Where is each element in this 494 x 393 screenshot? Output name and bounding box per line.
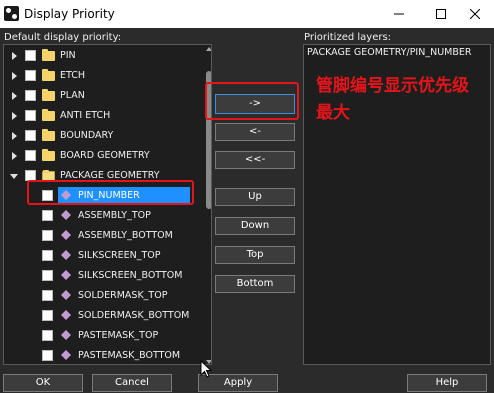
folder-icon	[42, 49, 55, 61]
checkbox[interactable]	[25, 130, 36, 141]
tree-row-label: SILKSCREEN_TOP	[78, 250, 161, 261]
layer-icon	[61, 310, 71, 320]
close-button[interactable]	[456, 0, 494, 28]
checkbox[interactable]	[42, 270, 53, 281]
tree-row-soldermask-top[interactable]: SOLDERMASK_TOP	[4, 286, 204, 306]
checkbox[interactable]	[25, 90, 36, 101]
checkbox[interactable]	[25, 110, 36, 121]
title-bar: Display Priority	[0, 0, 494, 28]
tree-row-label: BOUNDARY	[60, 130, 114, 141]
expand-arrow-icon[interactable]	[10, 150, 20, 162]
mouse-cursor-icon	[200, 360, 212, 378]
expand-arrow-icon[interactable]	[10, 70, 20, 82]
layer-icon	[61, 210, 71, 220]
expand-arrow-icon[interactable]	[10, 50, 20, 62]
tree-row-label: SILKSCREEN_BOTTOM	[78, 270, 183, 281]
tree-row-label: ASSEMBLY_TOP	[78, 210, 151, 221]
tree-row-label: PASTEMASK_TOP	[78, 330, 159, 341]
tree-row-board-geometry[interactable]: BOARD GEOMETRY	[4, 146, 204, 166]
help-button[interactable]: Help	[407, 374, 487, 392]
move-all-left-button[interactable]: <<-	[215, 151, 295, 169]
checkbox[interactable]	[42, 250, 53, 261]
window-title: Display Priority	[24, 7, 115, 21]
bottom-button[interactable]: Bottom	[215, 275, 295, 293]
close-icon	[469, 8, 481, 20]
folder-icon	[42, 149, 55, 161]
tree-row-etch[interactable]: ETCH	[4, 66, 204, 86]
tree-row-plan[interactable]: PLAN	[4, 86, 204, 106]
checkbox[interactable]	[25, 70, 36, 81]
up-button[interactable]: Up	[215, 188, 295, 206]
highlight-box-pin-number	[27, 180, 194, 205]
layer-icon	[61, 290, 71, 300]
minimize-icon	[394, 13, 404, 15]
highlight-box-move-right	[205, 82, 299, 120]
ok-button[interactable]: OK	[3, 374, 83, 392]
minimize-button[interactable]	[380, 0, 418, 28]
tree-row-silkscreen-bottom[interactable]: SILKSCREEN_BOTTOM	[4, 266, 204, 286]
app-icon	[4, 6, 19, 21]
folder-icon	[42, 129, 55, 141]
tree-row-pastemask-top[interactable]: PASTEMASK_TOP	[4, 326, 204, 346]
checkbox[interactable]	[25, 150, 36, 161]
maximize-icon	[436, 9, 446, 19]
default-priority-label: Default display priority:	[4, 32, 122, 43]
annotation-text: 管脚编号显示优先级最大	[316, 76, 469, 123]
tree-row-boundary[interactable]: BOUNDARY	[4, 126, 204, 146]
checkbox[interactable]	[25, 50, 36, 61]
folder-icon	[42, 89, 55, 101]
tree-row-label: BOARD GEOMETRY	[60, 150, 150, 161]
layer-icon	[61, 330, 71, 340]
tree-row-pin[interactable]: PIN	[4, 46, 204, 66]
checkbox[interactable]	[42, 350, 53, 361]
tree-row-pastemask-bottom[interactable]: PASTEMASK_BOTTOM	[4, 346, 204, 364]
tree-row-label: SOLDERMASK_TOP	[78, 290, 168, 301]
tree-row-label: SOLDERMASK_BOTTOM	[78, 310, 190, 321]
layer-icon	[61, 270, 71, 280]
maximize-button[interactable]	[422, 0, 460, 28]
checkbox[interactable]	[42, 330, 53, 341]
folder-icon	[42, 109, 55, 121]
layer-icon	[61, 230, 71, 240]
checkbox[interactable]	[42, 310, 53, 321]
layer-icon	[61, 250, 71, 260]
prioritized-layers-label: Prioritized layers:	[304, 32, 392, 43]
layer-icon	[61, 350, 71, 360]
checkbox[interactable]	[42, 230, 53, 241]
expand-arrow-icon[interactable]	[10, 90, 20, 102]
top-button[interactable]: Top	[215, 246, 295, 264]
scroll-up-icon[interactable]	[206, 47, 211, 51]
tree-row-silkscreen-top[interactable]: SILKSCREEN_TOP	[4, 246, 204, 266]
tree-row-label: PIN	[60, 50, 76, 61]
checkbox[interactable]	[42, 210, 53, 221]
checkbox[interactable]	[42, 290, 53, 301]
prioritized-layer-item[interactable]: PACKAGE GEOMETRY/PIN_NUMBER	[307, 47, 471, 58]
tree-row-assembly-bottom[interactable]: ASSEMBLY_BOTTOM	[4, 226, 204, 246]
tree-row-assembly-top[interactable]: ASSEMBLY_TOP	[4, 206, 204, 226]
cancel-button[interactable]: Cancel	[92, 374, 172, 392]
tree-row-label: PLAN	[60, 90, 85, 101]
expand-arrow-icon[interactable]	[10, 110, 20, 122]
tree-row-soldermask-bottom[interactable]: SOLDERMASK_BOTTOM	[4, 306, 204, 326]
move-left-button[interactable]: <-	[215, 123, 295, 141]
tree-row-label: ASSEMBLY_BOTTOM	[78, 230, 173, 241]
tree-row-label: ANTI ETCH	[60, 110, 111, 121]
folder-icon	[42, 69, 55, 81]
expand-arrow-icon[interactable]	[10, 130, 20, 142]
down-button[interactable]: Down	[215, 217, 295, 235]
tree-row-anti-etch[interactable]: ANTI ETCH	[4, 106, 204, 126]
tree-row-label: PASTEMASK_BOTTOM	[78, 350, 181, 361]
collapse-arrow-icon[interactable]	[9, 170, 19, 182]
tree-row-label: ETCH	[60, 70, 86, 81]
